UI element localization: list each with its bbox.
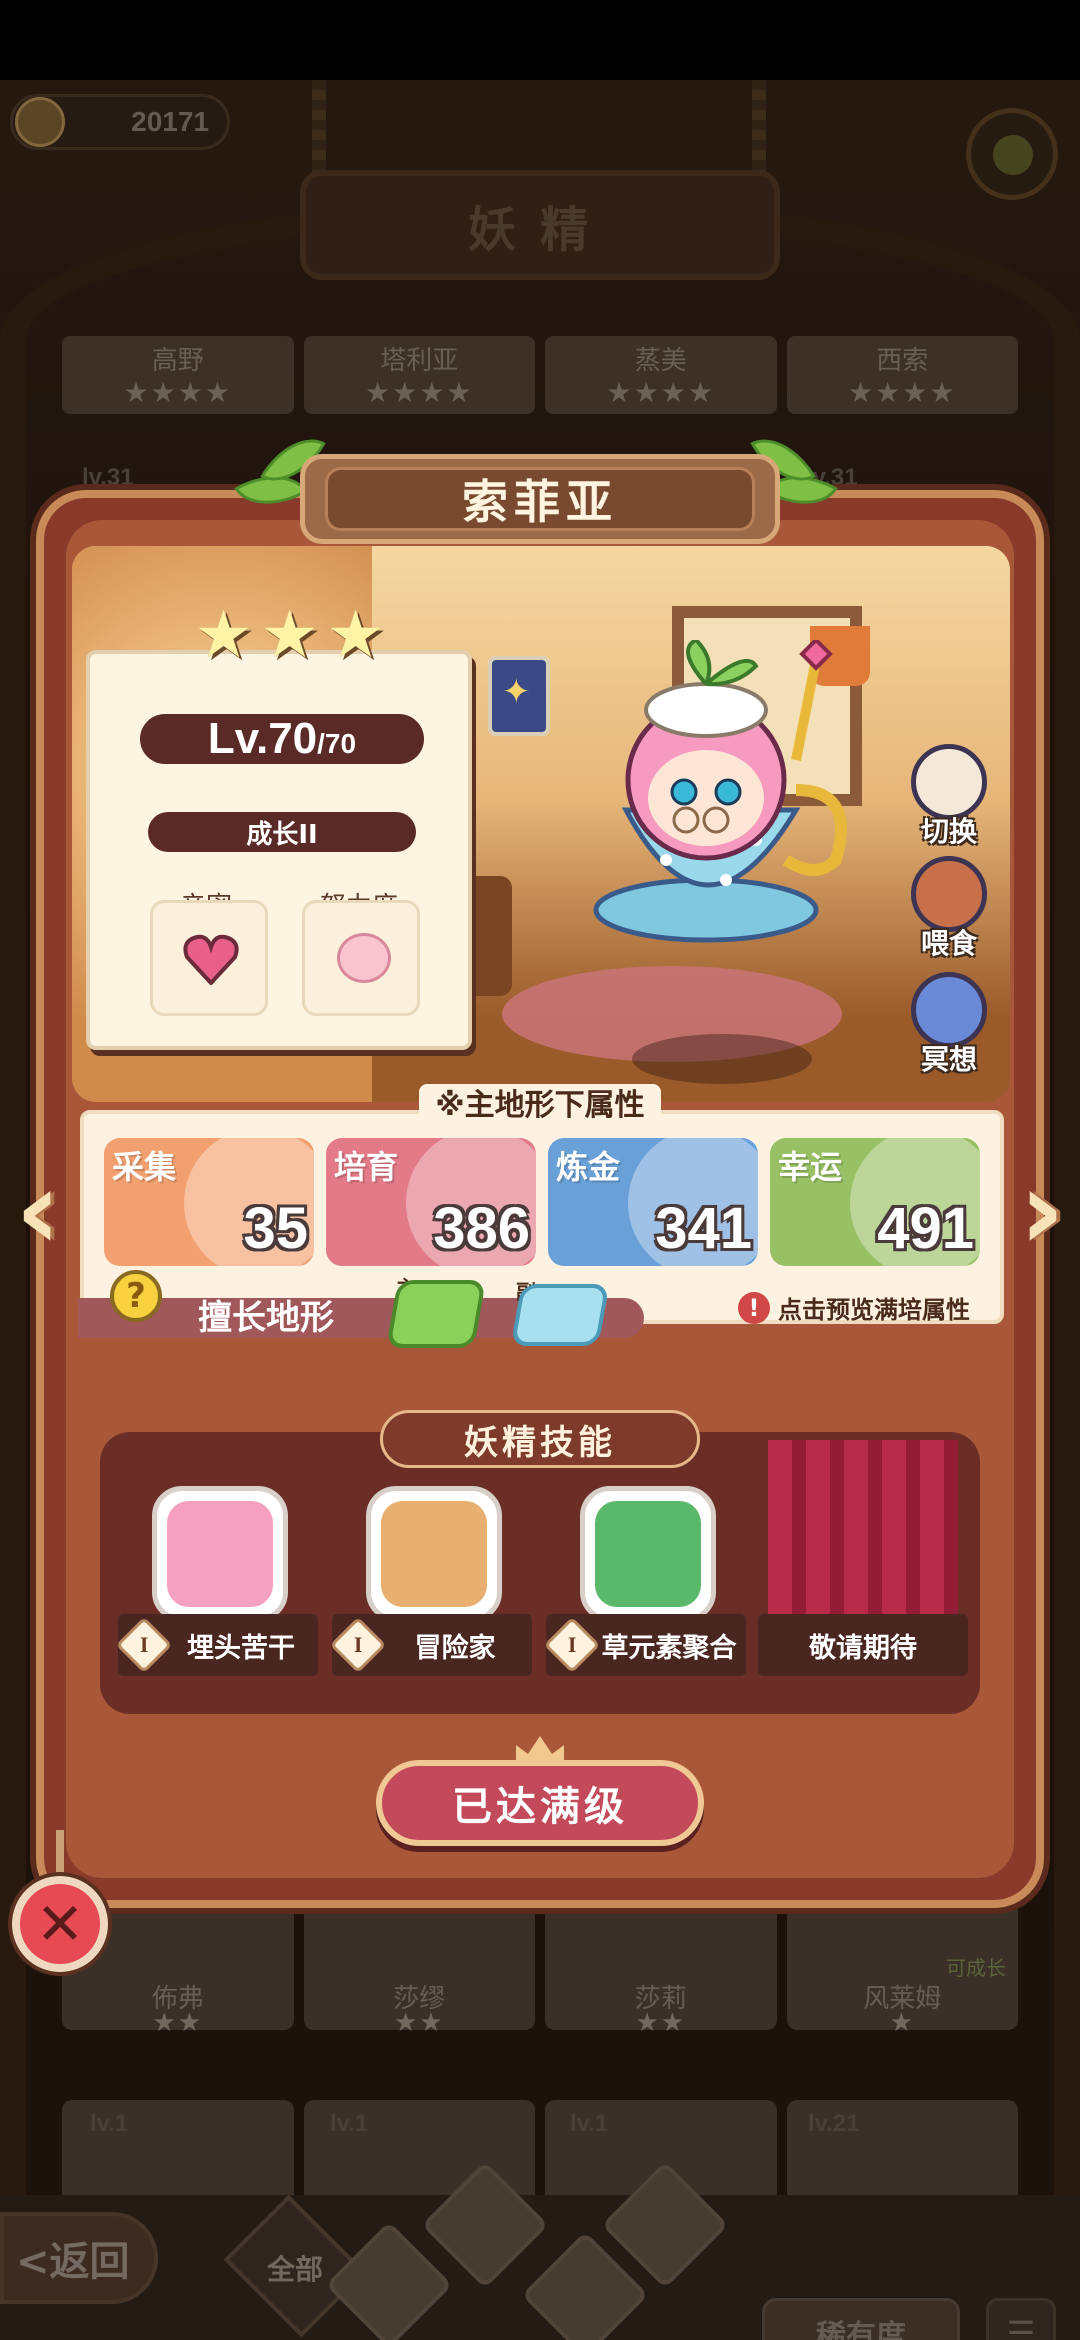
meditate-button[interactable]: 冥想 — [906, 972, 992, 1078]
fairy-name-plate: 索菲亚 — [300, 454, 780, 544]
skill-item[interactable]: I 冒险家 — [329, 1478, 532, 1688]
max-level-button[interactable]: 已达满级 — [376, 1760, 704, 1846]
fairy-character[interactable] — [556, 640, 856, 970]
close-icon[interactable]: ✕ — [12, 1876, 108, 1972]
next-fairy-button[interactable]: › — [1010, 1150, 1074, 1270]
effort-face-icon — [337, 933, 391, 983]
meat-icon — [911, 856, 987, 932]
growth-stage: 成长II — [246, 819, 318, 850]
skill-header: 妖精技能 — [380, 1410, 700, 1468]
stat-nurture: 培育 386 — [326, 1138, 536, 1266]
star-icon: ★ — [326, 596, 386, 673]
fairy-level: Lv.70 — [207, 714, 318, 763]
heart-icon — [183, 934, 239, 985]
terrain-label: 擅长地形 — [198, 1298, 334, 1338]
skill-grass-element-icon — [595, 1501, 701, 1607]
prev-fairy-button[interactable]: ‹ — [6, 1150, 70, 1270]
growth-pill: 成长II — [148, 812, 416, 852]
status-bar — [0, 0, 1080, 80]
intimacy-box[interactable] — [150, 900, 268, 1016]
skill-item[interactable]: I 草元素聚合 — [543, 1478, 746, 1688]
switch-icon — [911, 744, 987, 820]
attribute-title: ※主地形下属性 — [0, 1080, 1080, 1127]
terrain-help-icon[interactable]: ? — [110, 1270, 162, 1322]
level-pill: Lv.70 /70 — [140, 714, 424, 764]
star-icon: ★ — [194, 596, 254, 673]
stat-alchemy: 炼金 341 — [548, 1138, 758, 1266]
locked-skill-curtain — [768, 1440, 958, 1636]
coming-soon-bar: 敬请期待 — [758, 1614, 968, 1676]
fairy-name: 索菲亚 — [462, 475, 618, 529]
main-terrain-leaf-icon[interactable] — [386, 1280, 486, 1348]
skill-item[interactable]: I 埋头苦干 — [115, 1478, 318, 1688]
switch-button[interactable]: 切换 — [906, 744, 992, 850]
exclamation-icon: ! — [738, 1291, 770, 1324]
stat-gather: 采集 35 — [104, 1138, 314, 1266]
sub-terrain-water-icon[interactable] — [510, 1284, 610, 1346]
meditate-icon — [911, 972, 987, 1048]
skill-adventurer-icon — [381, 1501, 487, 1607]
star-icon: ★ — [260, 596, 320, 673]
skill-hardwork-icon — [167, 1501, 273, 1607]
feed-button[interactable]: 喂食 — [906, 856, 992, 962]
stat-luck: 幸运 491 — [770, 1138, 980, 1266]
fairy-level-max: /70 — [317, 728, 357, 759]
fairy-stars: ★ ★ ★ — [194, 596, 388, 673]
preview-full-stats-link[interactable]: ! 点击预览满培属性 — [738, 1290, 970, 1325]
effort-box[interactable] — [302, 900, 420, 1016]
card-icon[interactable] — [488, 656, 550, 736]
